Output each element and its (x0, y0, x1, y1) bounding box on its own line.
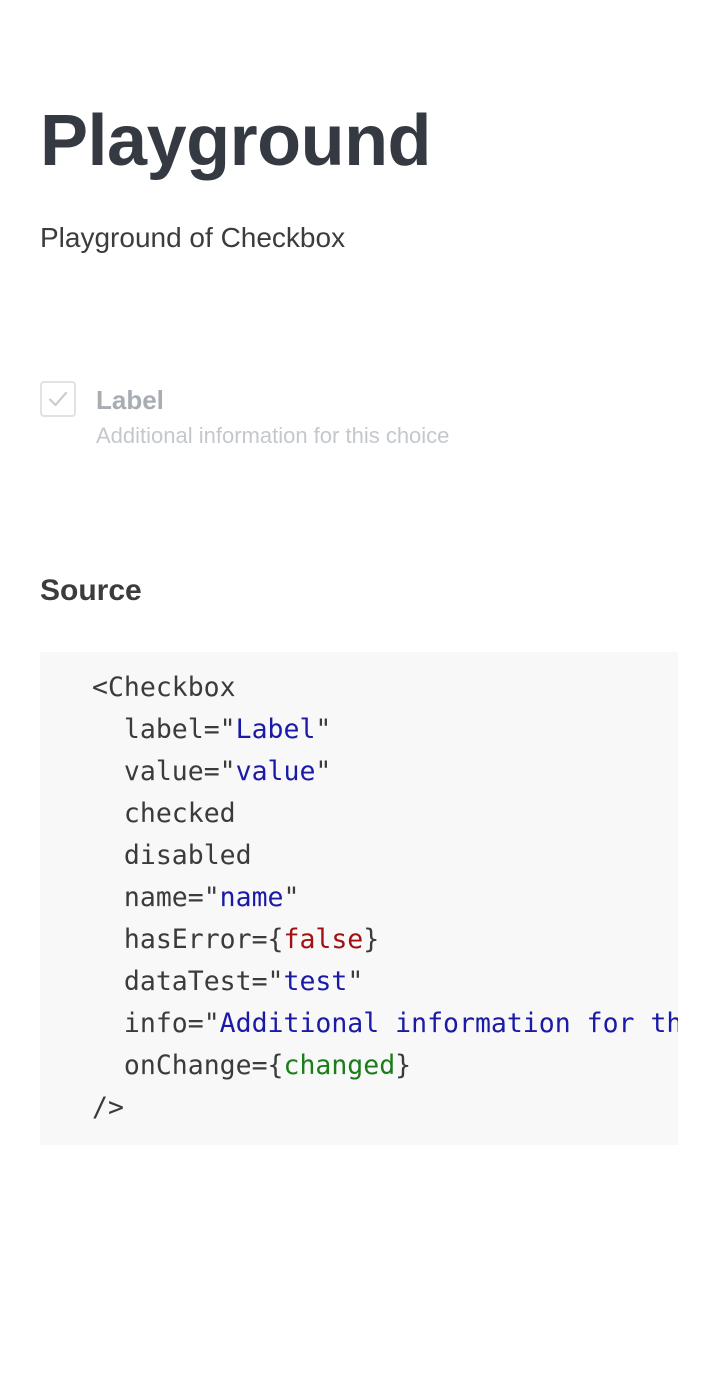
code-line: /> (92, 1087, 124, 1129)
code-line: name="name" (92, 877, 300, 919)
code-line: hasError={false} (92, 919, 379, 961)
code-function-value: changed (283, 1050, 396, 1081)
code-punct: } (363, 924, 380, 955)
code-punct: ={ (251, 924, 284, 955)
code-punct: " (315, 756, 332, 787)
code-line: label="Label" (92, 709, 331, 751)
code-string-value: Label (235, 714, 316, 745)
code-prop: value (123, 756, 204, 787)
code-line: checked (92, 793, 236, 835)
code-prop: name (123, 882, 188, 913)
code-string-value: Additional information for this choice (219, 1008, 678, 1039)
code-tag-close: /> (92, 1092, 124, 1123)
source-code-block: <Checkbox label="Label" value="value" ch… (40, 652, 678, 1145)
code-prop: info (123, 1008, 188, 1039)
code-punct: =" (203, 714, 236, 745)
code-prop: onChange (123, 1050, 252, 1081)
code-prop: disabled (123, 840, 252, 871)
page-title: Playground (40, 101, 432, 181)
code-prop: checked (123, 798, 236, 829)
code-punct: " (347, 966, 364, 997)
code-string-value: test (283, 966, 348, 997)
code-tag-open: <Checkbox (92, 672, 236, 703)
page-subtitle: Playground of Checkbox (40, 222, 346, 253)
code-prop: hasError (123, 924, 252, 955)
code-punct: =" (187, 882, 220, 913)
code-punct: " (283, 882, 300, 913)
code-boolean-value: false (283, 924, 364, 955)
code-prop: dataTest (123, 966, 252, 997)
code-punct: =" (251, 966, 284, 997)
code-line: value="value" (92, 751, 331, 793)
code-line: <Checkbox (92, 667, 236, 709)
code-string-value: name (219, 882, 284, 913)
checkbox-box[interactable] (40, 381, 76, 417)
code-punct: =" (203, 756, 236, 787)
code-prop: label (123, 714, 204, 745)
code-punct: ={ (251, 1050, 284, 1081)
checkbox-label: Label (96, 385, 164, 415)
code-line: onChange={changed} (92, 1045, 411, 1087)
code-line: info="Additional information for this ch… (92, 1003, 678, 1045)
code-line: dataTest="test" (92, 961, 363, 1003)
disabled-checkbox[interactable]: Label Additional information for this ch… (40, 381, 640, 461)
code-punct: " (315, 714, 332, 745)
code-string-value: value (235, 756, 316, 787)
check-icon (48, 391, 68, 407)
code-line: disabled (92, 835, 252, 877)
code-punct: } (395, 1050, 412, 1081)
source-heading: Source (40, 574, 142, 607)
code-punct: =" (187, 1008, 220, 1039)
checkbox-info: Additional information for this choice (96, 423, 450, 448)
